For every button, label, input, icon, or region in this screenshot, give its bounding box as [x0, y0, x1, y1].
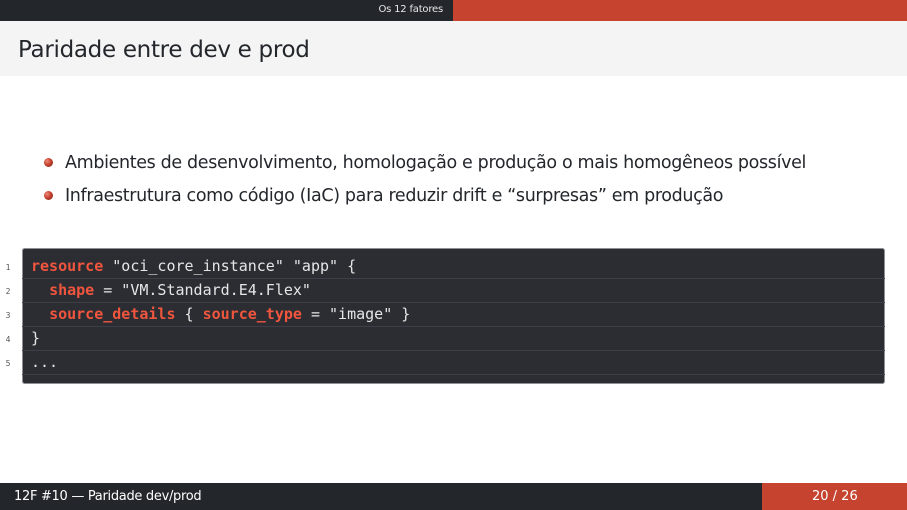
line-number: 2 [5, 287, 11, 296]
footer-bar: 12F #10 — Paridade dev/prod 20 / 26 [0, 483, 907, 510]
code-keyword: resource [31, 257, 104, 275]
line-number: 4 [5, 335, 11, 344]
frame-title-bar: Paridade entre dev e prod [0, 21, 907, 76]
line-number: 1 [5, 263, 11, 272]
code-keyword: source_details [49, 305, 176, 323]
code-keyword: source_type [202, 305, 302, 323]
code-line: shape = "VM.Standard.E4.Flex" [22, 278, 885, 303]
code-line: } [22, 326, 885, 351]
bullet-list: Ambientes de desenvolvimento, homologaçã… [44, 146, 806, 212]
footer-right-panel: 20 / 26 [762, 483, 907, 510]
page-counter: 20 / 26 [812, 489, 858, 504]
bullet-icon [44, 158, 53, 167]
code-line: source_details { source_type = "image" } [22, 302, 885, 327]
code-token: ... [31, 353, 59, 371]
bullet-item: Infraestrutura como código (IaC) para re… [44, 179, 806, 212]
line-number: 5 [5, 359, 11, 368]
bullet-text: Ambientes de desenvolvimento, homologaçã… [65, 152, 807, 173]
code-token: "oci_core_instance" "app" { [103, 257, 357, 275]
code-token: = "VM.Standard.E4.Flex" [94, 281, 311, 299]
line-number: 3 [5, 311, 11, 320]
code-line-text: source_details { source_type = "image" } [31, 302, 410, 326]
top-navigation-bar: Os 12 fatores [0, 0, 907, 21]
code-line-text: shape = "VM.Standard.E4.Flex" [31, 278, 311, 302]
code-line-text: } [31, 326, 40, 350]
bullet-text: Infraestrutura como código (IaC) para re… [65, 185, 724, 206]
code-line: ... [22, 350, 885, 375]
bullet-item: Ambientes de desenvolvimento, homologaçã… [44, 146, 806, 179]
frame-title: Paridade entre dev e prod [18, 37, 310, 63]
bullet-icon [44, 191, 53, 200]
code-line-text: resource "oci_core_instance" "app" { [31, 254, 356, 278]
section-link[interactable]: Os 12 fatores [378, 4, 443, 15]
footer-title: 12F #10 — Paridade dev/prod [14, 489, 202, 504]
code-token: } [31, 329, 41, 347]
code-line-text: ... [31, 350, 58, 374]
code-token: { [175, 305, 203, 323]
code-keyword: shape [49, 281, 95, 299]
code-block: resource "oci_core_instance" "app" { sha… [22, 248, 885, 384]
nav-left-panel: Os 12 fatores [0, 0, 453, 21]
code-token: = "image" } [301, 305, 411, 323]
footer-left-panel: 12F #10 — Paridade dev/prod [0, 483, 762, 510]
nav-right-panel [453, 0, 907, 21]
code-line: resource "oci_core_instance" "app" { [22, 254, 885, 279]
